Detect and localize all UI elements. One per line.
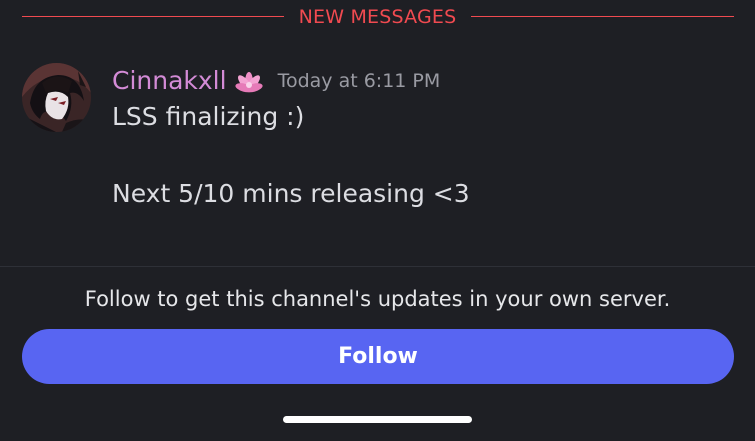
avatar[interactable]	[22, 63, 91, 132]
message-item[interactable]: Cinnakxll Today at 6:11 PM LSS finalizin…	[0, 60, 755, 230]
lotus-flower-icon[interactable]	[234, 66, 264, 96]
new-messages-divider: NEW MESSAGES	[0, 0, 755, 34]
avatar-image	[22, 63, 91, 132]
follow-button[interactable]: Follow	[22, 329, 734, 384]
message-text-line: Next 5/10 mins releasing <3	[112, 179, 470, 208]
message-timestamp: Today at 6:11 PM	[277, 70, 441, 92]
home-indicator[interactable]	[283, 416, 472, 423]
divider-line-right	[471, 16, 734, 17]
divider-line-left	[22, 16, 284, 17]
author-username[interactable]: Cinnakxll	[112, 63, 227, 99]
new-messages-label: NEW MESSAGES	[298, 6, 457, 28]
composer-separator	[0, 266, 755, 267]
message-header: Cinnakxll Today at 6:11 PM	[112, 63, 440, 99]
follow-prompt: Follow to get this channel's updates in …	[84, 287, 671, 311]
message-text-line: LSS finalizing :)	[112, 102, 305, 131]
